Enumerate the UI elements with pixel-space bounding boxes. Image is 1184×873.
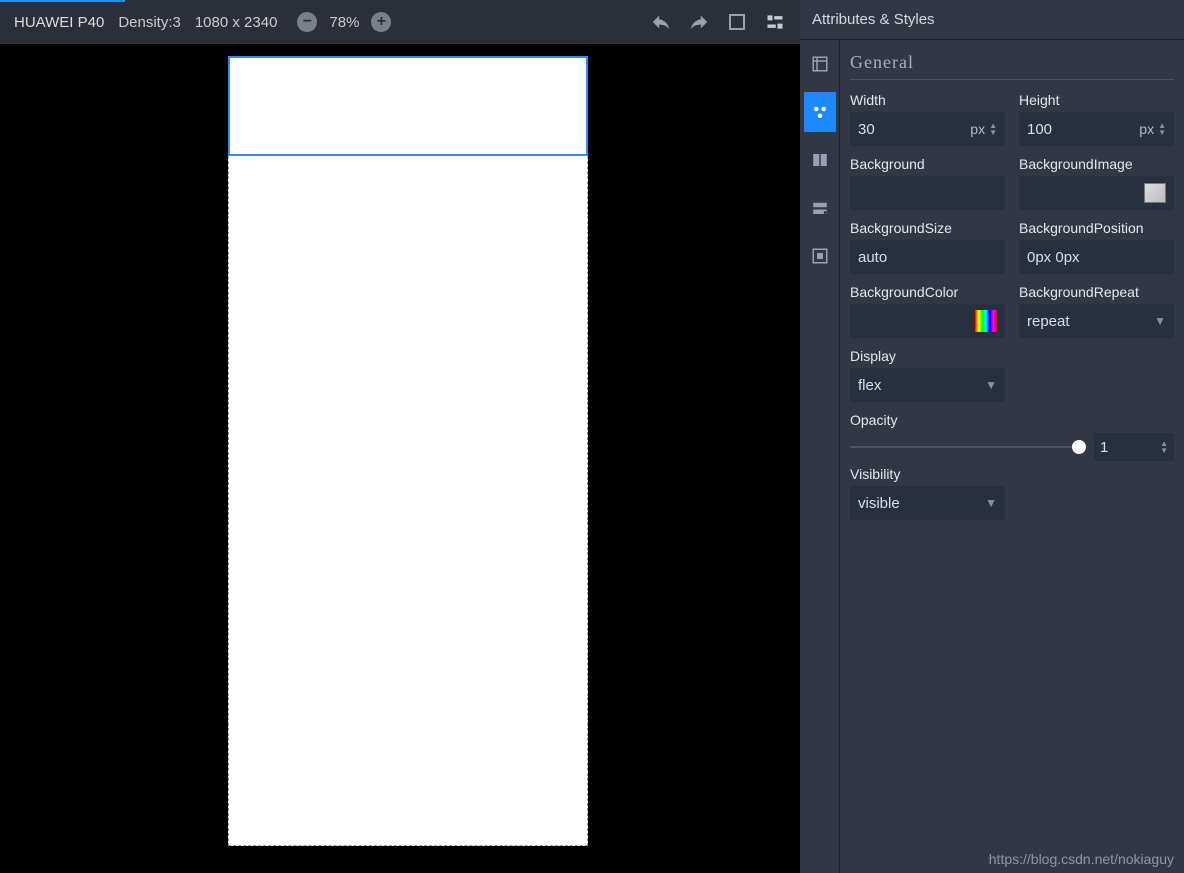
width-input[interactable]: 30 px ▲▼ (850, 112, 1005, 146)
zoom-in-button[interactable]: + (371, 12, 391, 32)
opacity-value-input[interactable]: 1▲▼ (1094, 433, 1174, 461)
device-frame-icon[interactable] (726, 11, 748, 33)
device-canvas[interactable] (228, 56, 588, 846)
properties-list: General Width 30 px ▲▼ Height 100 px ▲▼ (840, 40, 1184, 873)
background-label: Background (850, 156, 1005, 172)
height-label: Height (1019, 92, 1174, 108)
opacity-label: Opacity (850, 412, 897, 428)
redo-icon[interactable] (688, 11, 710, 33)
visibility-label: Visibility (850, 466, 1005, 482)
undo-icon[interactable] (650, 11, 672, 33)
stepper-icon[interactable]: ▲▼ (989, 122, 997, 136)
display-label: Display (850, 348, 1005, 364)
chevron-down-icon: ▼ (985, 378, 997, 392)
tab-layout[interactable] (804, 140, 836, 180)
display-select[interactable]: flex▼ (850, 368, 1005, 402)
device-name: HUAWEI P40 (14, 14, 104, 31)
progress-indicator (0, 0, 125, 2)
chevron-down-icon: ▼ (985, 496, 997, 510)
resolution-label: 1080 x 2340 (195, 14, 278, 31)
backgroundposition-label: BackgroundPosition (1019, 220, 1174, 236)
zoom-out-button[interactable]: − (297, 12, 317, 32)
backgroundrepeat-label: BackgroundRepeat (1019, 284, 1174, 300)
slider-thumb[interactable] (1072, 440, 1086, 454)
backgroundcolor-label: BackgroundColor (850, 284, 1005, 300)
chevron-down-icon: ▼ (1154, 314, 1166, 328)
backgroundcolor-input[interactable] (850, 304, 1005, 338)
stepper-icon[interactable]: ▲▼ (1158, 122, 1166, 136)
backgroundposition-input[interactable]: 0px 0px (1019, 240, 1174, 274)
tab-box-model[interactable] (804, 44, 836, 84)
backgroundimage-label: BackgroundImage (1019, 156, 1174, 172)
width-label: Width (850, 92, 1005, 108)
preview-area (0, 44, 800, 873)
density-label: Density:3 (118, 14, 181, 31)
visibility-select[interactable]: visible▼ (850, 486, 1005, 520)
stepper-icon[interactable]: ▲▼ (1160, 440, 1168, 454)
background-input[interactable] (850, 176, 1005, 210)
height-input[interactable]: 100 px ▲▼ (1019, 112, 1174, 146)
panel-tabs (800, 40, 840, 873)
panel-title: Attributes & Styles (800, 0, 1184, 40)
backgroundsize-label: BackgroundSize (850, 220, 1005, 236)
zoom-controls: − 78% + (297, 12, 391, 32)
backgroundimage-input[interactable] (1019, 176, 1174, 210)
backgroundsize-input[interactable]: auto (850, 240, 1005, 274)
image-placeholder-icon[interactable] (1144, 183, 1166, 203)
zoom-value: 78% (329, 14, 359, 31)
tab-container[interactable] (804, 236, 836, 276)
toolbar-actions (650, 11, 786, 33)
top-bar: HUAWEI P40 Density:3 1080 x 2340 − 78% + (0, 0, 800, 44)
watermark: https://blog.csdn.net/nokiaguy (989, 851, 1174, 867)
color-picker-icon[interactable] (975, 310, 997, 332)
section-title: General (850, 52, 1174, 80)
selected-element-overlay[interactable] (228, 56, 588, 156)
swap-layout-icon[interactable] (764, 11, 786, 33)
tab-general[interactable] (804, 92, 836, 132)
opacity-slider[interactable] (850, 446, 1086, 448)
backgroundrepeat-select[interactable]: repeat▼ (1019, 304, 1174, 338)
attributes-panel: Attributes & Styles General Width 30 px … (800, 0, 1184, 873)
tab-data[interactable] (804, 188, 836, 228)
